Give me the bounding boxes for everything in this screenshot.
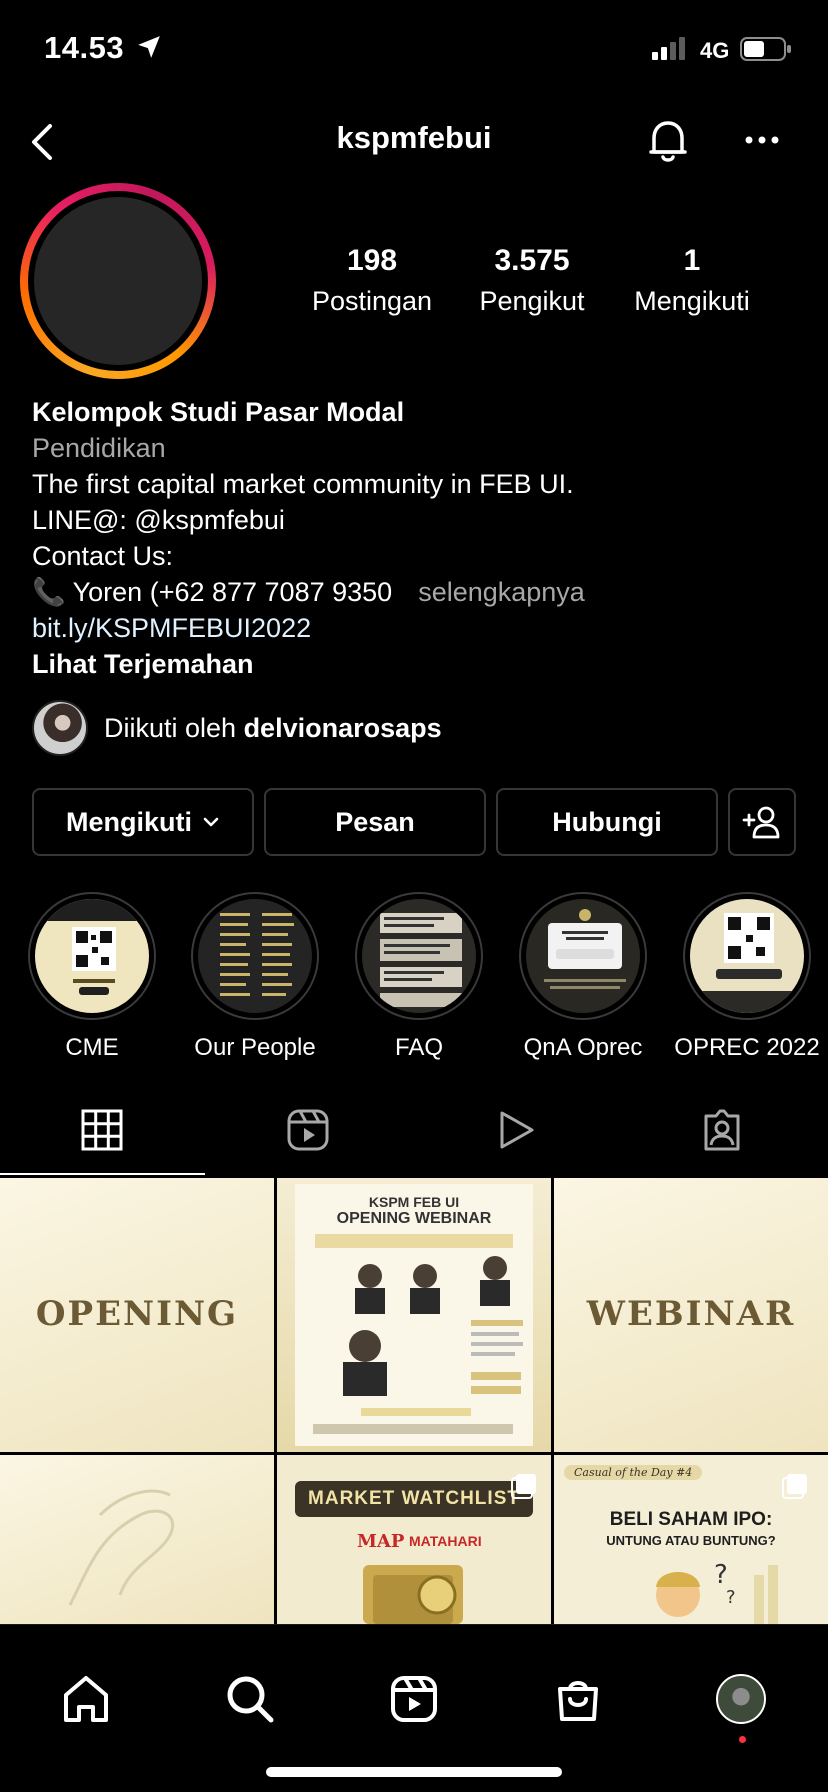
following-button[interactable]: Mengikuti xyxy=(32,788,254,856)
post-tile-opening[interactable]: OPENING xyxy=(0,1178,274,1452)
shop-icon[interactable] xyxy=(552,1673,604,1725)
video-tab-icon[interactable] xyxy=(494,1108,538,1152)
highlight-ring xyxy=(28,892,156,1020)
followed-by-row[interactable]: Diikuti oleh delvionarosaps xyxy=(32,700,442,756)
contact-button-label: Hubungi xyxy=(552,806,662,837)
following-button-label: Mengikuti xyxy=(66,806,192,837)
stat-posts-label: Postingan xyxy=(311,286,433,316)
add-person-icon xyxy=(742,806,780,839)
profile-avatar-story-ring[interactable] xyxy=(20,183,216,379)
highlight-cover-qna xyxy=(526,899,640,1013)
suggested-users-button[interactable] xyxy=(728,788,796,856)
message-button[interactable]: Pesan xyxy=(264,788,486,856)
bio-contact-text: 📞 Yoren (+62 877 7087 9350 xyxy=(32,577,393,607)
stat-posts[interactable]: 198 Postingan xyxy=(302,244,442,317)
post-webinar-text: WEBINAR xyxy=(586,1294,796,1334)
highlight-label: Our People xyxy=(194,1034,316,1061)
bio-line-3: Contact Us: xyxy=(32,541,174,571)
grid-tab-icon[interactable] xyxy=(80,1108,124,1152)
svg-text:?: ? xyxy=(714,1560,728,1590)
profile-username: kspmfebui xyxy=(336,120,492,155)
stat-followers[interactable]: 3.575 Pengikut xyxy=(462,244,602,317)
message-button-label: Pesan xyxy=(335,806,415,837)
highlight-ring xyxy=(519,892,647,1020)
highlight-cover-faq xyxy=(362,899,476,1013)
highlight-ring xyxy=(191,892,319,1020)
stat-followers-count: 3.575 xyxy=(494,244,570,277)
active-tab-indicator xyxy=(0,1173,205,1175)
home-icon[interactable] xyxy=(60,1673,112,1725)
highlight-cme[interactable]: CME xyxy=(17,892,167,1062)
highlight-label: QnA Oprec xyxy=(523,1034,643,1061)
highlight-our-people[interactable]: Our People xyxy=(180,892,330,1062)
highlight-cover-qr xyxy=(35,899,149,1013)
profile-nav-avatar[interactable] xyxy=(716,1674,766,1724)
webinar-poster-speakers xyxy=(313,1256,523,1434)
followed-by-user: delvionarosaps xyxy=(243,712,442,743)
post-logo-watermark xyxy=(68,1489,175,1606)
stat-following-count: 1 xyxy=(683,244,701,277)
highlight-oprec-2022[interactable]: OPREC 2022 xyxy=(672,892,822,1062)
post-tile-logo[interactable] xyxy=(0,1455,274,1624)
webinar-poster-header: KSPM FEB UI xyxy=(368,1194,460,1210)
bio-line-1: The first capital market community in FE… xyxy=(32,469,574,499)
contact-button[interactable]: Hubungi xyxy=(496,788,718,856)
chevron-down-icon xyxy=(203,817,219,827)
carousel-post-icon xyxy=(782,1474,807,1499)
post-tile-ipo[interactable]: Casual of the Day #4 BELI SAHAM IPO: UNT… xyxy=(554,1455,828,1624)
post-tile-webinar-poster[interactable]: KSPM FEB UI OPENING WEBINAR xyxy=(277,1178,551,1452)
highlight-ring xyxy=(355,892,483,1020)
post-tile-webinar[interactable]: WEBINAR xyxy=(554,1178,828,1452)
status-bar: 14.53 4G xyxy=(0,0,828,100)
post-opening-text: OPENING xyxy=(35,1294,239,1334)
webinar-poster-title: OPENING WEBINAR xyxy=(336,1210,492,1227)
highlight-ring xyxy=(683,892,811,1020)
profile-full-name: Kelompok Studi Pasar Modal xyxy=(32,397,405,427)
stat-following[interactable]: 1 Mengikuti xyxy=(622,244,762,317)
tagged-tab-icon[interactable] xyxy=(700,1108,744,1152)
stat-following-label: Mengikuti xyxy=(634,286,750,316)
bio-website-link[interactable]: bit.ly/KSPMFEBUI2022 xyxy=(32,610,812,646)
bottom-navigation xyxy=(0,1624,828,1792)
notification-bell-icon[interactable] xyxy=(646,116,690,164)
stat-followers-label: Pengikut xyxy=(479,286,585,316)
profile-bio: Kelompok Studi Pasar Modal Pendidikan Th… xyxy=(32,394,812,682)
search-icon[interactable] xyxy=(224,1673,276,1725)
highlight-faq[interactable]: FAQ xyxy=(344,892,494,1062)
bio-line-2: LINE@: @kspmfebui xyxy=(32,505,285,535)
signal-icon xyxy=(652,37,685,60)
highlight-label: CME xyxy=(65,1034,119,1061)
carousel-post-icon xyxy=(511,1474,536,1499)
more-options-icon[interactable] xyxy=(744,126,780,154)
post-tile-market-watchlist[interactable]: MARKET WATCHLIST MAP MATAHARI xyxy=(277,1455,551,1624)
status-time: 14.53 xyxy=(44,30,125,65)
network-type: 4G xyxy=(700,38,730,63)
profile-category: Pendidikan xyxy=(32,433,166,463)
webinar-poster: KSPM FEB UI OPENING WEBINAR xyxy=(295,1184,533,1446)
svg-text:?: ? xyxy=(726,1587,736,1608)
avatar-ring-gap xyxy=(28,191,208,371)
follower-avatar xyxy=(32,700,88,756)
home-indicator[interactable] xyxy=(266,1767,562,1777)
reels-tab-icon[interactable] xyxy=(286,1108,330,1152)
highlight-label: FAQ xyxy=(394,1034,443,1061)
followed-by-prefix: Diikuti oleh xyxy=(104,712,244,743)
location-arrow-icon xyxy=(138,36,160,58)
followed-by-text: Diikuti oleh delvionarosaps xyxy=(104,713,442,744)
reels-icon[interactable] xyxy=(388,1673,440,1725)
highlight-label: OPREC 2022 xyxy=(674,1034,820,1061)
stat-posts-count: 198 xyxy=(346,244,398,277)
profile-avatar xyxy=(34,197,202,365)
highlight-cover-oprec-qr xyxy=(690,899,804,1013)
highlight-cover-list xyxy=(198,899,312,1013)
highlight-qna-oprec[interactable]: QnA Oprec xyxy=(508,892,658,1062)
see-translation-link[interactable]: Lihat Terjemahan xyxy=(32,646,812,682)
bio-line-4: 📞 Yoren (+62 877 7087 9350 selengkapnya xyxy=(32,574,812,610)
see-more-link[interactable]: selengkapnya xyxy=(418,577,585,607)
notification-dot xyxy=(739,1736,746,1743)
battery-icon xyxy=(740,37,791,61)
